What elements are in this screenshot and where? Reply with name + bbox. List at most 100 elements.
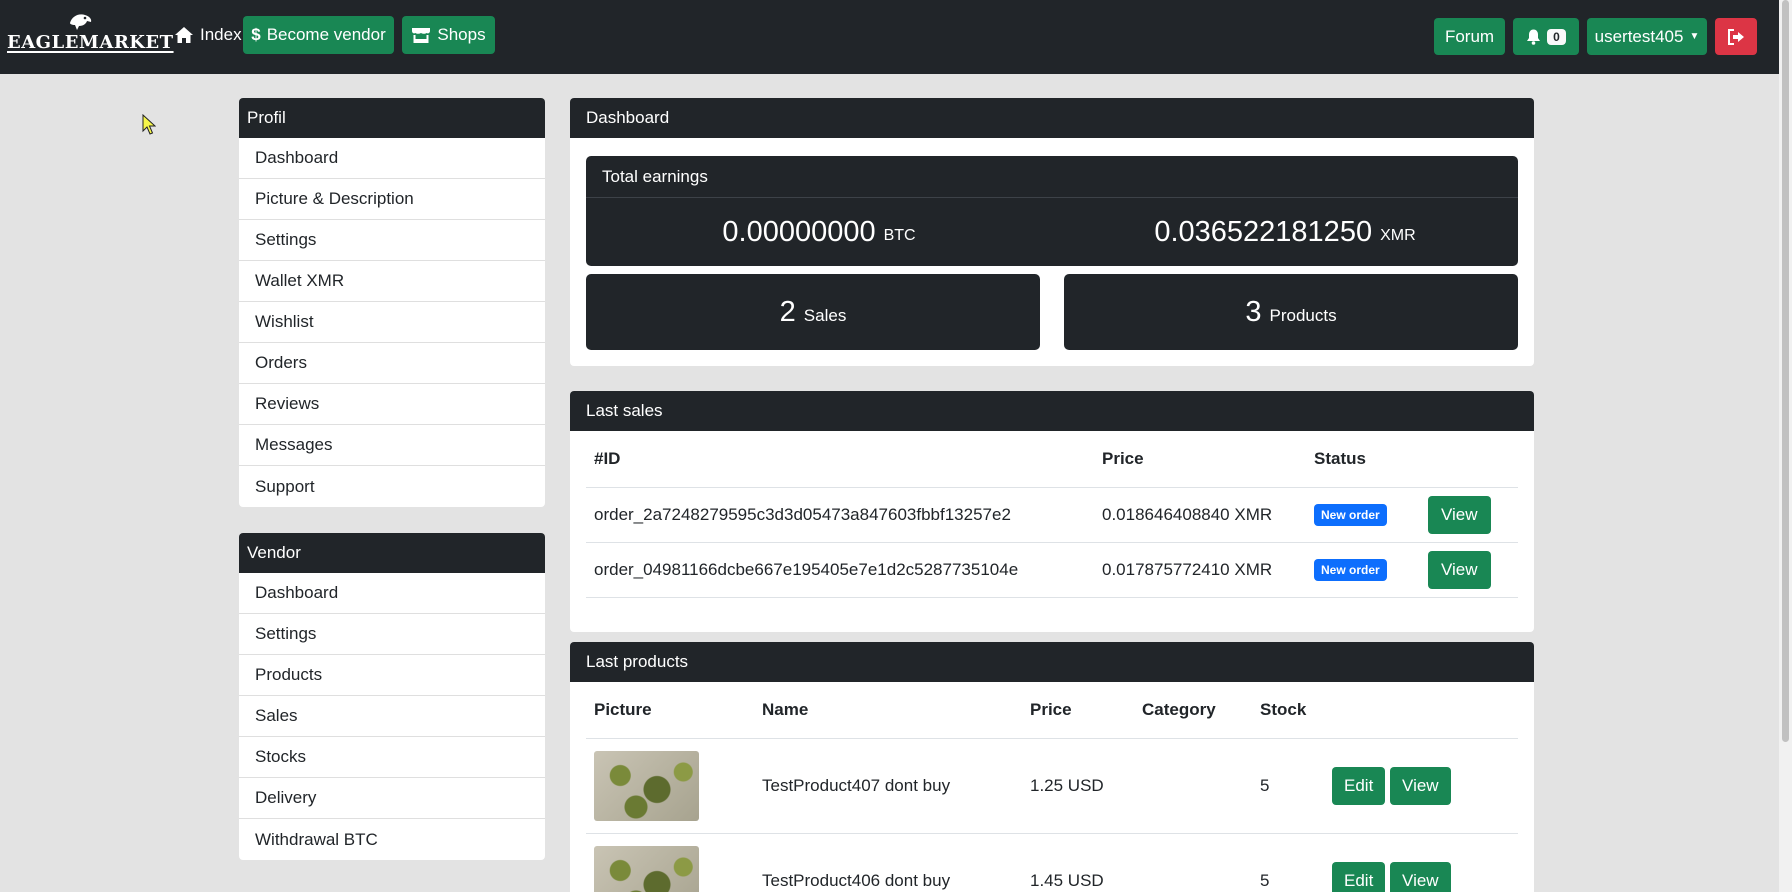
user-dropdown-button[interactable]: usertest405 ▼ [1587, 18, 1707, 55]
nav-index-label: Index [200, 25, 242, 44]
vendor-item-products[interactable]: Products [239, 655, 545, 696]
vendor-item-stocks[interactable]: Stocks [239, 737, 545, 778]
products-count-box: 3 Products [1064, 274, 1518, 350]
forum-button[interactable]: Forum [1434, 18, 1505, 55]
product-name: TestProduct407 dont buy [754, 737, 1022, 833]
bell-icon [1527, 29, 1541, 45]
products-label: Products [1269, 306, 1337, 325]
vendor-item-dashboard[interactable]: Dashboard [239, 573, 545, 614]
profile-item-settings[interactable]: Settings [239, 220, 545, 261]
btc-value: 0.00000000 [722, 215, 876, 248]
last-products-table: Picture Name Price Category Stock TestPr… [586, 682, 1518, 892]
xmr-unit: XMR [1380, 227, 1416, 244]
col-header-action [1420, 431, 1518, 487]
dollar-icon: $ [251, 25, 261, 44]
table-row: TestProduct406 dont buy 1.45 USD 5 Edit … [586, 832, 1518, 892]
vendor-menu-title: Vendor [239, 533, 545, 573]
product-name: TestProduct406 dont buy [754, 832, 1022, 892]
page-scrollbar[interactable] [1779, 0, 1792, 892]
vendor-item-sales[interactable]: Sales [239, 696, 545, 737]
product-stock: 5 [1252, 832, 1332, 892]
product-category [1134, 832, 1252, 892]
product-actions-cell: Edit View [1332, 737, 1518, 833]
become-vendor-button[interactable]: $ Become vendor [243, 16, 394, 54]
become-vendor-label: Become vendor [266, 25, 386, 44]
product-thumbnail [594, 750, 699, 821]
brand-wordmark: EAGLEMARKET [7, 32, 174, 53]
edit-product-button[interactable]: Edit [1332, 861, 1386, 892]
col-header-status: Status [1314, 448, 1366, 468]
sales-count: 2 [779, 295, 796, 328]
product-stock: 5 [1252, 737, 1332, 833]
edit-product-button[interactable]: Edit [1332, 766, 1386, 805]
last-sales-table: #ID Price Status order_2a7248279595c3d3d… [586, 431, 1518, 598]
notifications-button[interactable]: 0 [1513, 18, 1579, 55]
profile-item-wishlist[interactable]: Wishlist [239, 302, 545, 343]
col-header-picture: Picture [594, 699, 652, 719]
col-header-category: Category [1142, 699, 1216, 719]
sales-label: Sales [803, 306, 847, 325]
col-header-actions [1332, 682, 1518, 738]
eagle-logo-icon [70, 14, 92, 30]
vendor-item-withdrawal-btc[interactable]: Withdrawal BTC [239, 819, 545, 860]
last-products-header-row: Picture Name Price Category Stock [586, 682, 1518, 738]
sale-price: 0.018646408840 XMR [1094, 486, 1306, 542]
nav-index-link[interactable]: Index [166, 16, 250, 54]
last-sales-header-row: #ID Price Status [586, 431, 1518, 487]
shops-label: Shops [437, 25, 486, 44]
last-sales-title: Last sales [570, 391, 1534, 431]
profile-menu-title: Profil [239, 98, 545, 138]
logout-button[interactable] [1715, 18, 1757, 55]
col-header-price: Price [1030, 699, 1072, 719]
table-row: order_2a7248279595c3d3d05473a847603fbbf1… [586, 486, 1518, 542]
mouse-cursor-icon [142, 114, 156, 135]
forum-label: Forum [1444, 26, 1495, 46]
sign-out-icon [1728, 28, 1744, 45]
sale-status-cell: New order [1306, 541, 1420, 597]
vendor-item-settings[interactable]: Settings [239, 614, 545, 655]
col-header-id: #ID [594, 448, 621, 468]
last-products-title: Last products [570, 642, 1534, 682]
store-icon [412, 27, 431, 43]
sale-id: order_2a7248279595c3d3d05473a847603fbbf1… [586, 486, 1094, 542]
profile-item-reviews[interactable]: Reviews [239, 384, 545, 425]
product-actions-cell: Edit View [1332, 832, 1518, 892]
profile-item-wallet-xmr[interactable]: Wallet XMR [239, 261, 545, 302]
product-picture-cell [586, 737, 754, 833]
view-product-button[interactable]: View [1390, 766, 1451, 805]
profile-item-messages[interactable]: Messages [239, 425, 545, 466]
profile-menu: Profil Dashboard Picture & Description S… [239, 98, 545, 507]
btc-unit: BTC [883, 227, 916, 244]
view-order-button[interactable]: View [1428, 495, 1491, 534]
product-price: 1.25 USD [1022, 737, 1134, 833]
profile-item-picture-description[interactable]: Picture & Description [239, 179, 545, 220]
scrollbar-thumb[interactable] [1782, 0, 1789, 742]
product-picture-cell [586, 832, 754, 892]
table-row: TestProduct407 dont buy 1.25 USD 5 Edit … [586, 737, 1518, 833]
profile-item-orders[interactable]: Orders [239, 343, 545, 384]
xmr-earnings: 0.036522181250 XMR [1052, 198, 1518, 266]
view-product-button[interactable]: View [1390, 861, 1451, 892]
brand-logo[interactable]: EAGLEMARKET [7, 13, 174, 57]
dashboard-title: Dashboard [570, 98, 1534, 138]
total-earnings-title: Total earnings [586, 156, 1518, 198]
sale-price: 0.017875772410 XMR [1094, 541, 1306, 597]
product-price: 1.45 USD [1022, 832, 1134, 892]
home-icon [175, 27, 193, 43]
vendor-menu: Vendor Dashboard Settings Products Sales… [239, 533, 545, 860]
profile-item-dashboard[interactable]: Dashboard [239, 138, 545, 179]
sale-status-cell: New order [1306, 486, 1420, 542]
product-category [1134, 737, 1252, 833]
col-header-stock: Stock [1260, 699, 1307, 719]
dashboard-card: Dashboard Total earnings 0.00000000 BTC … [570, 98, 1534, 366]
top-navbar: EAGLEMARKET Index $ Become vendor Shops … [0, 0, 1779, 74]
caret-down-icon: ▼ [1689, 31, 1700, 42]
col-header-name: Name [762, 699, 809, 719]
table-row: order_04981166dcbe667e195405e7e1d2c52877… [586, 541, 1518, 597]
notifications-count-badge: 0 [1547, 28, 1566, 45]
view-order-button[interactable]: View [1428, 550, 1491, 589]
sales-count-box: 2 Sales [586, 274, 1040, 350]
shops-button[interactable]: Shops [402, 16, 495, 54]
vendor-item-delivery[interactable]: Delivery [239, 778, 545, 819]
profile-item-support[interactable]: Support [239, 466, 545, 507]
